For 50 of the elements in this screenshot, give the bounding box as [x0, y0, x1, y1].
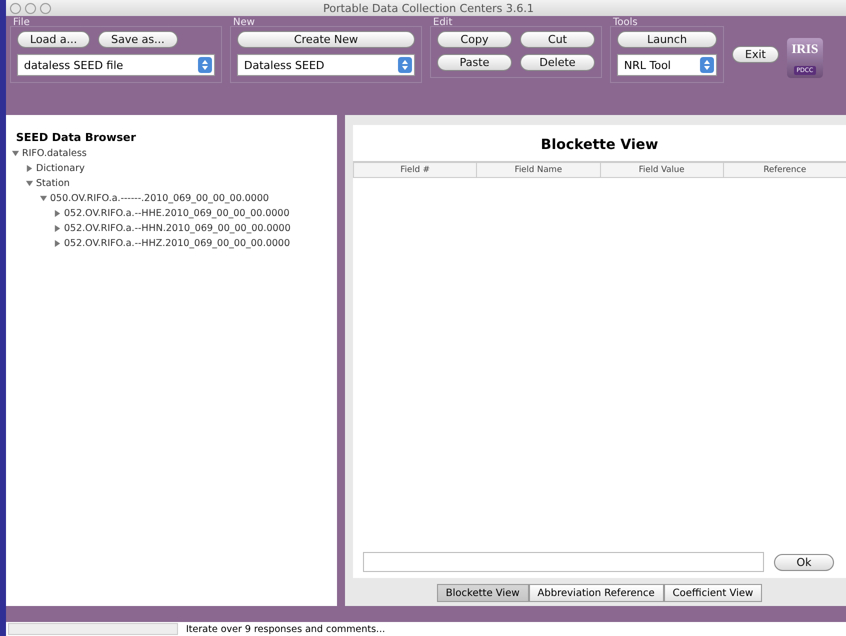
- group-label: Tools: [613, 17, 638, 28]
- window-title: Portable Data Collection Centers 3.6.1: [323, 2, 535, 14]
- panel-title: SEED Data Browser: [16, 131, 137, 144]
- tree-item[interactable]: RIFO.dataless: [22, 148, 87, 159]
- toolbar-button[interactable]: Delete: [520, 54, 595, 71]
- toolbar-button[interactable]: Create New: [237, 31, 415, 48]
- input-field[interactable]: [363, 552, 764, 572]
- toolbar-button[interactable]: Copy: [437, 31, 512, 48]
- stepper-icon: [700, 57, 714, 73]
- tree-item[interactable]: 052.OV.RIFO.a.--HHZ.2010_069_00_00_00.0000: [64, 238, 290, 249]
- exit-button[interactable]: Exit: [732, 46, 779, 63]
- ok-button[interactable]: Ok: [774, 554, 834, 570]
- tree-item[interactable]: 052.OV.RIFO.a.--HHN.2010_069_00_00_00.0000: [64, 223, 291, 234]
- stepper-icon: [398, 57, 412, 73]
- tree-item[interactable]: Dictionary: [36, 163, 85, 174]
- column-header[interactable]: Field Value: [600, 163, 723, 177]
- collapsed-triangle-icon[interactable]: [26, 165, 33, 172]
- close-button[interactable]: [10, 2, 21, 14]
- dropdown[interactable]: Dataless SEED: [237, 54, 415, 76]
- expanded-triangle-icon[interactable]: [40, 195, 47, 202]
- collapsed-triangle-icon[interactable]: [54, 240, 61, 247]
- toolbar-button[interactable]: Load a...: [17, 31, 90, 48]
- zoom-button[interactable]: [40, 2, 51, 14]
- dropdown[interactable]: dataless SEED file: [17, 54, 215, 76]
- toolbar-button[interactable]: Save as...: [98, 31, 178, 48]
- group-label: Edit: [433, 17, 452, 28]
- toolbar-button[interactable]: Launch: [617, 31, 717, 48]
- toolbar-button[interactable]: Cut: [520, 31, 595, 48]
- collapsed-triangle-icon[interactable]: [54, 210, 61, 217]
- expanded-triangle-icon[interactable]: [12, 150, 19, 157]
- status-text: Iterate over 9 responses and comments...: [186, 624, 386, 634]
- stepper-icon: [198, 57, 212, 73]
- tree-item[interactable]: Station: [36, 178, 70, 189]
- tree-item[interactable]: 050.OV.RIFO.a.------.2010_069_00_00_00.0000: [50, 193, 269, 204]
- column-header[interactable]: Field #: [353, 163, 476, 177]
- tab[interactable]: Blockette View: [436, 584, 529, 602]
- collapsed-triangle-icon[interactable]: [54, 225, 61, 232]
- expanded-triangle-icon[interactable]: [26, 180, 33, 187]
- logo-text: IRIS: [791, 41, 818, 57]
- column-header[interactable]: Field Name: [476, 163, 600, 177]
- column-header[interactable]: Reference: [722, 163, 846, 177]
- tree-item[interactable]: 052.OV.RIFO.a.--HHE.2010_069_00_00_00.0000: [64, 208, 290, 219]
- group-label: New: [233, 17, 255, 28]
- minimize-button[interactable]: [25, 2, 36, 14]
- tab[interactable]: Coefficient View: [664, 584, 762, 602]
- group-label: File: [13, 17, 30, 28]
- toolbar-button[interactable]: Paste: [437, 54, 512, 71]
- tab[interactable]: Abbreviation Reference: [528, 584, 664, 602]
- view-title: Blockette View: [540, 136, 660, 155]
- dropdown[interactable]: NRL Tool: [617, 54, 717, 76]
